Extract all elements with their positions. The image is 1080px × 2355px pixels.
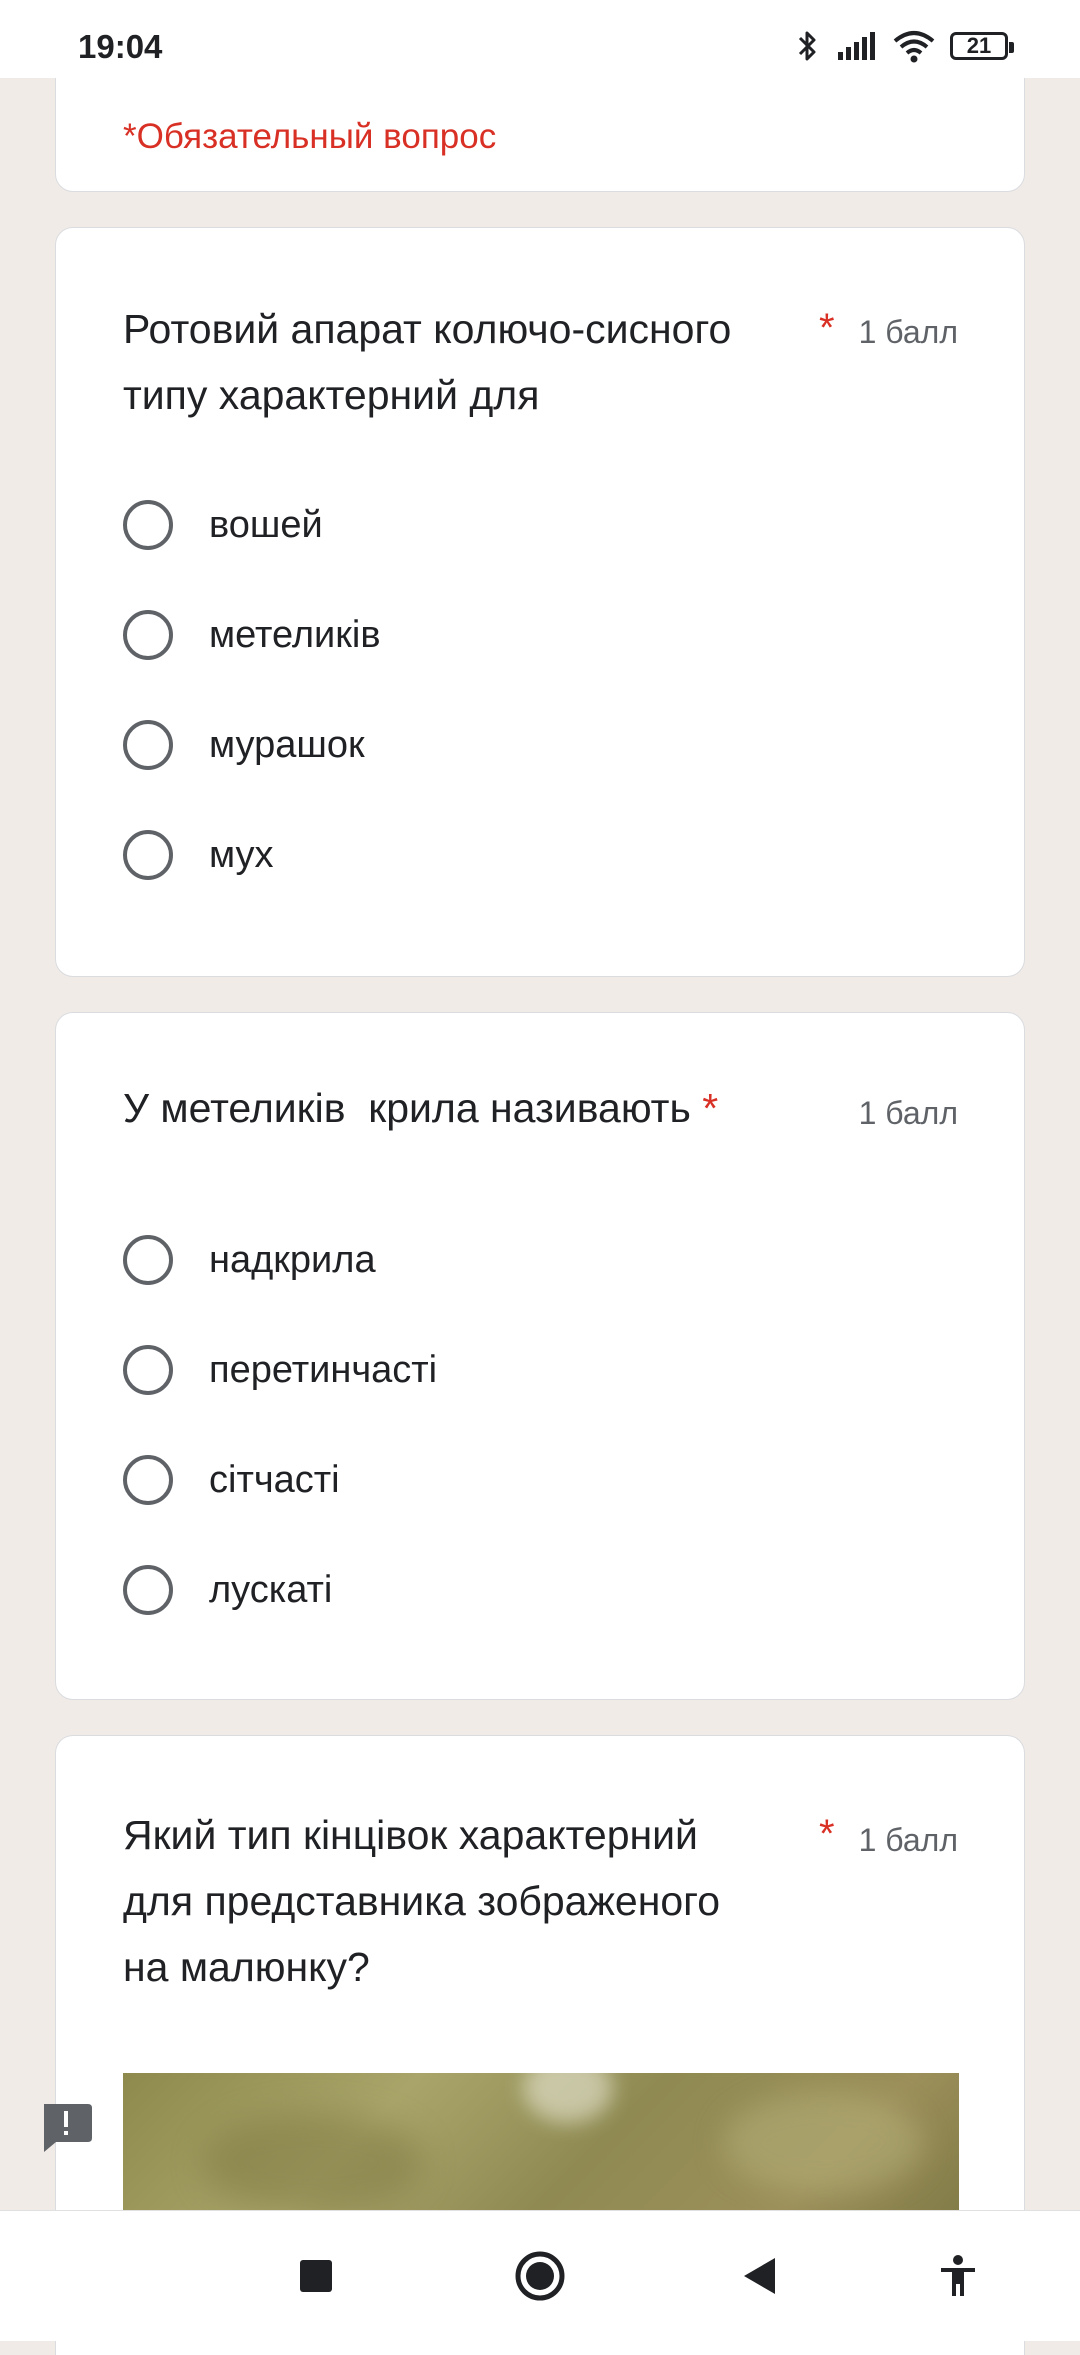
signal-icon: [838, 32, 875, 60]
back-triangle-icon: [744, 2258, 775, 2294]
image-detail: [523, 2073, 613, 2123]
wifi-icon: [893, 31, 935, 63]
radio-option[interactable]: сітчасті: [123, 1445, 340, 1515]
question-title-line: типу характерний для: [123, 372, 540, 418]
radio-button[interactable]: [123, 610, 173, 660]
radio-option[interactable]: метеликів: [123, 600, 381, 670]
radio-button[interactable]: [123, 1565, 173, 1615]
radio-button[interactable]: [123, 720, 173, 770]
radio-option[interactable]: мурашок: [123, 710, 365, 780]
radio-button[interactable]: [123, 1455, 173, 1505]
image-detail: [203, 2113, 423, 2213]
back-button[interactable]: [730, 2246, 790, 2306]
accessibility-button[interactable]: [928, 2246, 988, 2306]
radio-button[interactable]: [123, 1235, 173, 1285]
question-title-line: Який тип кінцівок характерний: [123, 1812, 698, 1858]
points-label: 1 балл: [858, 1095, 958, 1131]
radio-button[interactable]: [123, 500, 173, 550]
bluetooth-icon: [798, 31, 816, 61]
required-note: *Обязательный вопрос: [123, 117, 497, 156]
image-detail: [723, 2093, 923, 2193]
question-card-2: У метеликів крила називають * 1 балл над…: [55, 1012, 1025, 1700]
points-label: 1 балл: [858, 1822, 958, 1858]
radio-button[interactable]: [123, 1345, 173, 1395]
question-title: Ротовий апарат колючо-сисного типу харак…: [123, 296, 813, 428]
question-title-line: на малюнку?: [123, 1944, 370, 1990]
option-label: мух: [209, 833, 274, 876]
battery-level: 21: [966, 33, 992, 58]
question-title: У метеликів крила називають *: [123, 1075, 843, 1141]
radio-button[interactable]: [123, 830, 173, 880]
square-icon: [300, 2260, 332, 2292]
question-title-line: для представника зображеного: [123, 1878, 721, 1924]
option-label: вошей: [209, 503, 323, 546]
question-title-line: У метеликів крила називають: [123, 1085, 691, 1131]
required-star: *: [702, 1085, 719, 1131]
accessibility-icon: [941, 2255, 975, 2296]
status-bar: 19:04 21: [0, 0, 1080, 78]
question-title-line: Ротовий апарат колючо-сисного: [123, 306, 732, 352]
question-card-1: Ротовий апарат колючо-сисного типу харак…: [55, 227, 1025, 977]
recents-button[interactable]: [286, 2246, 346, 2306]
option-label: сітчасті: [209, 1458, 340, 1501]
required-star: *: [819, 1812, 835, 1856]
status-icons: 21: [792, 26, 1014, 66]
radio-option[interactable]: мух: [123, 820, 274, 890]
question-image: [123, 2073, 959, 2233]
radio-option[interactable]: перетинчасті: [123, 1335, 437, 1405]
option-label: метеликів: [209, 613, 381, 656]
feedback-icon[interactable]: [38, 2102, 94, 2154]
radio-option[interactable]: надкрила: [123, 1225, 376, 1295]
radio-option[interactable]: вошей: [123, 490, 323, 560]
home-button[interactable]: [510, 2246, 570, 2306]
option-label: мурашок: [209, 723, 365, 766]
option-label: надкрила: [209, 1238, 376, 1281]
status-time: 19:04: [78, 28, 163, 65]
navigation-bar: [0, 2210, 1080, 2341]
points-label: 1 балл: [858, 314, 958, 350]
option-label: перетинчасті: [209, 1348, 438, 1391]
battery-indicator: 21: [950, 32, 1014, 60]
option-label: лускаті: [209, 1568, 333, 1611]
home-circle-icon: [515, 2251, 565, 2301]
required-star: *: [819, 306, 835, 350]
question-title: Який тип кінцівок характерний для предст…: [123, 1802, 813, 2000]
radio-option[interactable]: лускаті: [123, 1555, 332, 1625]
